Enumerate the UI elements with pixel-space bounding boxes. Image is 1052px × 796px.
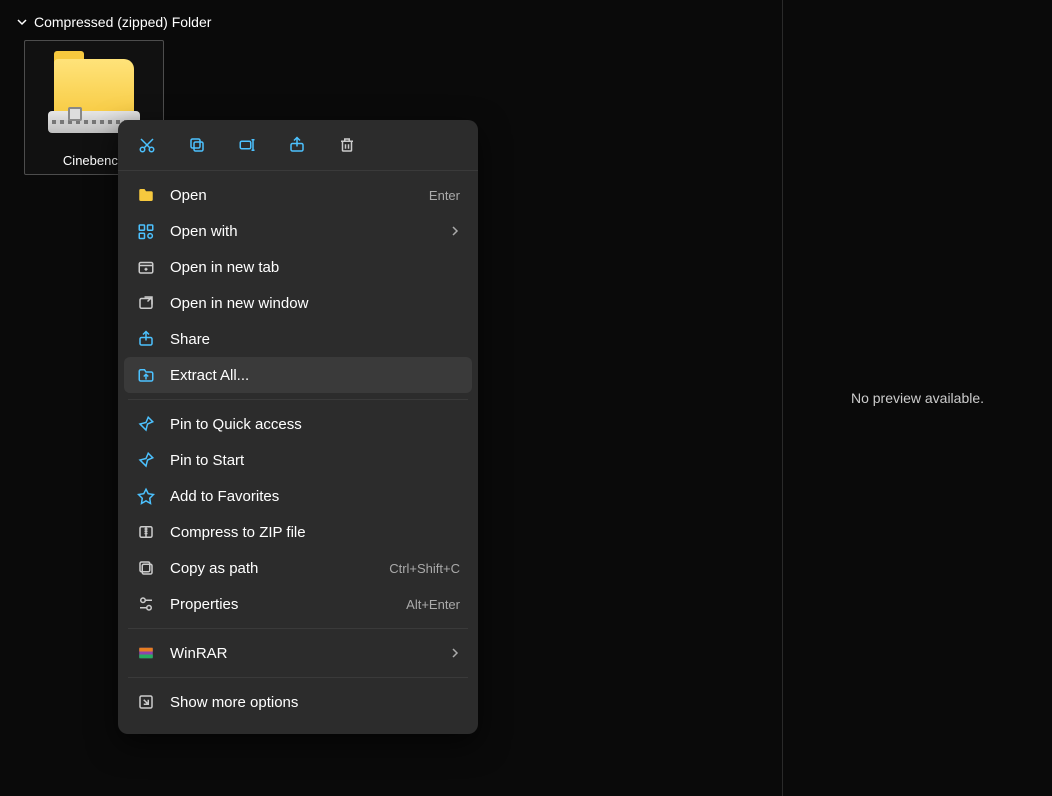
pin-start-icon [136, 450, 156, 470]
context-menu: Open Enter Open with Open in new tab Open in… [118, 120, 478, 734]
menu-item-open[interactable]: Open Enter [124, 177, 472, 213]
menu-item-label: Pin to Start [170, 452, 460, 469]
menu-item-extract-all[interactable]: Extract All... [124, 357, 472, 393]
menu-item-label: Show more options [170, 694, 460, 711]
menu-item-label: WinRAR [170, 645, 436, 662]
new-tab-icon [136, 257, 156, 277]
menu-item-label: Copy as path [170, 560, 375, 577]
rename-icon[interactable] [236, 134, 258, 156]
open-with-icon [136, 221, 156, 241]
menu-item-label: Pin to Quick access [170, 416, 460, 433]
menu-item-winrar[interactable]: WinRAR [124, 635, 472, 671]
copy-icon[interactable] [186, 134, 208, 156]
share-icon[interactable] [286, 134, 308, 156]
menu-item-pin-to-quick-access[interactable]: Pin to Quick access [124, 406, 472, 442]
folder-icon [136, 185, 156, 205]
menu-item-open-in-new-tab[interactable]: Open in new tab [124, 249, 472, 285]
menu-item-compress-to-zip-file[interactable]: Compress to ZIP file [124, 514, 472, 550]
menu-item-copy-as-path[interactable]: Copy as path Ctrl+Shift+C [124, 550, 472, 586]
group-header[interactable]: Compressed (zipped) Folder [16, 14, 766, 30]
zip-icon [136, 522, 156, 542]
menu-separator [128, 677, 468, 678]
chevron-right-icon [450, 226, 460, 236]
menu-item-shortcut: Enter [429, 188, 460, 203]
delete-icon[interactable] [336, 134, 358, 156]
menu-item-open-in-new-window[interactable]: Open in new window [124, 285, 472, 321]
group-header-label: Compressed (zipped) Folder [34, 14, 211, 30]
menu-item-pin-to-start[interactable]: Pin to Start [124, 442, 472, 478]
star-icon [136, 486, 156, 506]
copy-path-icon [136, 558, 156, 578]
extract-icon [136, 365, 156, 385]
menu-item-shortcut: Alt+Enter [406, 597, 460, 612]
share-icon [136, 329, 156, 349]
menu-item-open-with[interactable]: Open with [124, 213, 472, 249]
winrar-icon [136, 643, 156, 663]
preview-pane: No preview available. [782, 0, 1052, 796]
menu-item-label: Open [170, 187, 415, 204]
menu-item-label: Add to Favorites [170, 488, 460, 505]
new-window-icon [136, 293, 156, 313]
menu-item-properties[interactable]: Properties Alt+Enter [124, 586, 472, 622]
menu-item-share[interactable]: Share [124, 321, 472, 357]
context-toolbar [118, 120, 478, 171]
cut-icon[interactable] [136, 134, 158, 156]
chevron-down-icon [16, 16, 28, 28]
menu-item-label: Open with [170, 223, 436, 240]
menu-item-label: Extract All... [170, 367, 460, 384]
menu-list: Open Enter Open with Open in new tab Open in… [118, 171, 478, 726]
menu-item-label: Properties [170, 596, 392, 613]
menu-item-show-more-options[interactable]: Show more options [124, 684, 472, 720]
menu-item-label: Share [170, 331, 460, 348]
menu-separator [128, 628, 468, 629]
pin-icon [136, 414, 156, 434]
menu-item-add-to-favorites[interactable]: Add to Favorites [124, 478, 472, 514]
menu-separator [128, 399, 468, 400]
menu-item-label: Compress to ZIP file [170, 524, 460, 541]
menu-item-label: Open in new window [170, 295, 460, 312]
preview-text: No preview available. [851, 390, 984, 406]
menu-item-label: Open in new tab [170, 259, 460, 276]
menu-item-shortcut: Ctrl+Shift+C [389, 561, 460, 576]
more-options-icon [136, 692, 156, 712]
chevron-right-icon [450, 648, 460, 658]
properties-icon [136, 594, 156, 614]
